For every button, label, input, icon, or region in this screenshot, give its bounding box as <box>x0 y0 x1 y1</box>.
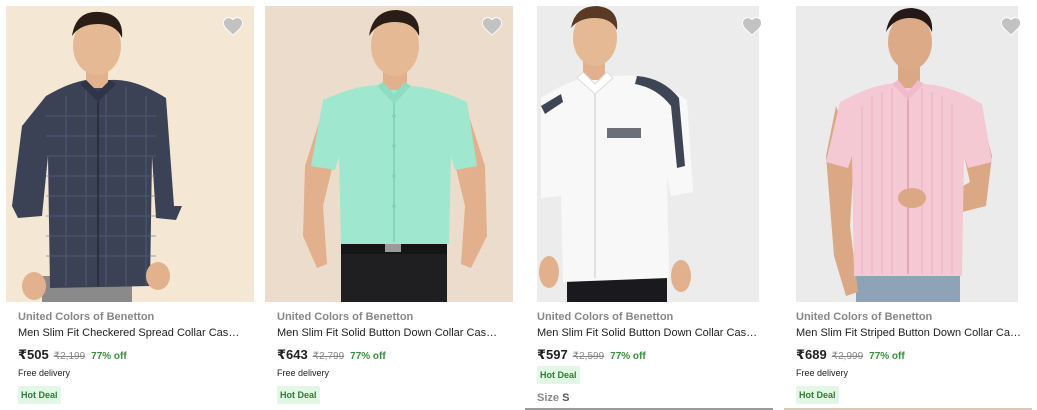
delivery-text: Free delivery <box>277 368 330 378</box>
product-price: ₹597 <box>537 347 568 362</box>
product-card[interactable]: United Colors of Benetton Men Slim Fit C… <box>6 6 254 410</box>
product-mrp: ₹2,999 <box>831 351 864 362</box>
product-info: United Colors of Benetton Men Slim Fit S… <box>537 310 765 404</box>
product-mrp: ₹2,199 <box>53 351 86 362</box>
product-price: ₹505 <box>18 347 49 362</box>
product-brand: United Colors of Benetton <box>796 311 933 323</box>
product-info: United Colors of Benetton Men Slim Fit S… <box>796 310 1024 404</box>
product-brand: United Colors of Benetton <box>277 311 414 323</box>
product-card[interactable]: United Colors of Benetton Men Slim Fit S… <box>525 6 773 410</box>
product-title[interactable]: Men Slim Fit Checkered Spread Collar Cas… <box>18 325 244 341</box>
product-price: ₹689 <box>796 347 827 362</box>
product-brand: United Colors of Benetton <box>18 311 155 323</box>
product-price: ₹643 <box>277 347 308 362</box>
heart-icon[interactable] <box>741 16 763 36</box>
hot-deal-badge: Hot Deal <box>277 386 320 404</box>
hot-deal-badge: Hot Deal <box>796 386 839 404</box>
product-info: United Colors of Benetton Men Slim Fit C… <box>18 310 246 404</box>
price-row: ₹643 ₹2,799 77% off <box>277 347 505 363</box>
product-card[interactable]: United Colors of Benetton Men Slim Fit S… <box>784 6 1032 410</box>
heart-icon[interactable] <box>222 16 244 36</box>
delivery-text: Free delivery <box>796 368 849 378</box>
product-discount: 77% off <box>91 351 127 362</box>
size-label: Size <box>537 392 560 404</box>
product-title[interactable]: Men Slim Fit Striped Button Down Collar … <box>796 325 1022 341</box>
heart-icon[interactable] <box>481 16 503 36</box>
product-discount: 77% off <box>869 351 905 362</box>
hot-deal-badge: Hot Deal <box>537 366 580 384</box>
product-title[interactable]: Men Slim Fit Solid Button Down Collar Ca… <box>537 325 763 341</box>
product-image[interactable] <box>537 6 759 302</box>
product-discount: 77% off <box>350 351 386 362</box>
price-row: ₹597 ₹2,599 77% off <box>537 347 765 363</box>
product-info: United Colors of Benetton Men Slim Fit S… <box>277 310 505 404</box>
size-value: S <box>562 392 570 404</box>
product-brand: United Colors of Benetton <box>537 311 674 323</box>
product-mrp: ₹2,799 <box>312 351 345 362</box>
product-image[interactable] <box>6 6 254 302</box>
heart-icon[interactable] <box>1000 16 1022 36</box>
product-discount: 77% off <box>610 351 646 362</box>
product-mrp: ₹2,599 <box>572 351 605 362</box>
hot-deal-badge: Hot Deal <box>18 386 61 404</box>
product-card[interactable]: United Colors of Benetton Men Slim Fit S… <box>265 6 513 410</box>
product-image[interactable] <box>265 6 513 302</box>
delivery-text: Free delivery <box>18 368 71 378</box>
product-grid: United Colors of Benetton Men Slim Fit C… <box>0 0 1037 410</box>
price-row: ₹505 ₹2,199 77% off <box>18 347 246 363</box>
product-title[interactable]: Men Slim Fit Solid Button Down Collar Ca… <box>277 325 503 341</box>
size-info: Size S <box>537 392 765 404</box>
price-row: ₹689 ₹2,999 77% off <box>796 347 1024 363</box>
product-image[interactable] <box>796 6 1018 302</box>
